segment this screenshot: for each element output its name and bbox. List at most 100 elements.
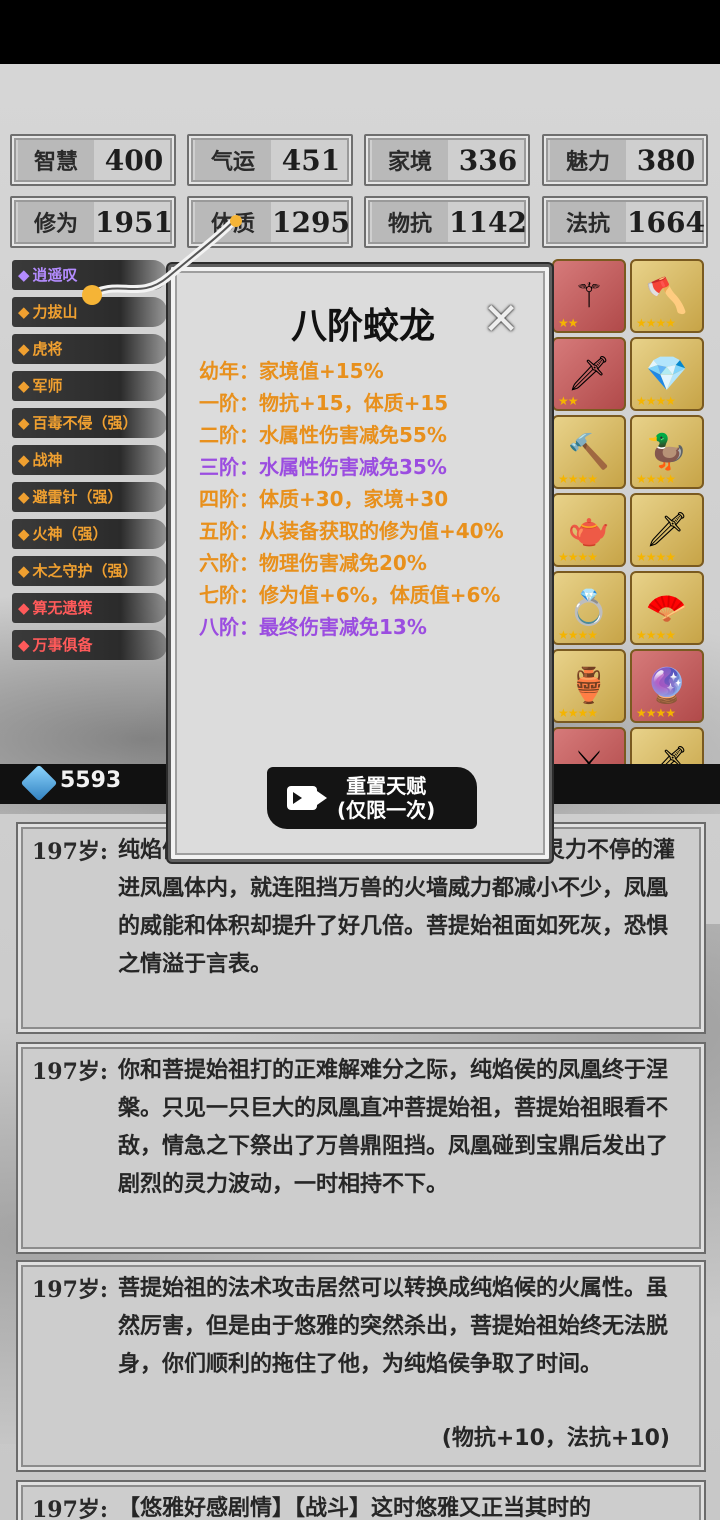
item-glyph: 🪓 — [645, 276, 689, 316]
item-stars: ★★★★ — [636, 628, 676, 642]
talent-label: 百毒不侵（强） — [32, 414, 138, 432]
item-glyph: 🦆 — [645, 432, 689, 472]
stat-value: 336 — [458, 143, 518, 177]
talent-item[interactable]: ◆ 军师 — [12, 371, 167, 401]
tier-line: 八阶：最终伤害减免13% — [199, 615, 427, 639]
tier-line: 幼年：家境值+15% — [199, 359, 384, 383]
stat-label: 魅力 — [550, 140, 626, 180]
stat-value: 1664 — [627, 205, 705, 239]
log-bonus: (物抗+10，法抗+10) — [441, 1426, 670, 1451]
talent-label: 虎将 — [32, 340, 63, 358]
crystal-icon[interactable]: 💎 ★★★★ — [630, 337, 704, 411]
log-entry: 197岁: 【悠雅好感剧情】【战斗】这时悠雅又正当其时的 — [16, 1480, 706, 1520]
stat-value: 1142 — [449, 205, 527, 239]
item-stars: ★★★★ — [636, 394, 676, 408]
stat-label: 家境 — [372, 140, 448, 180]
talent-label: 避雷针（强） — [32, 488, 123, 506]
log-age: 197岁: — [32, 839, 109, 865]
mirror-icon[interactable]: 🔮 ★★★★ — [630, 649, 704, 723]
tier-line: 七阶：修为值+6%，体质值+6% — [199, 583, 501, 607]
video-camera-icon — [287, 786, 327, 810]
item-glyph: 🔨 — [567, 432, 611, 472]
ring-icon[interactable]: 💍 ★★★★ — [552, 571, 626, 645]
stat-charm: 魅力 380 — [542, 134, 708, 186]
stat-value: 451 — [281, 143, 341, 177]
log-entry: 197岁: 菩提始祖的法术攻击居然可以转换成纯焰候的火属性。虽然厉害，但是由于悠… — [16, 1260, 706, 1472]
stat-value: 1295 — [272, 205, 350, 239]
tier-line: 六阶：物理伤害减免20% — [199, 551, 427, 575]
item-glyph: 🪭 — [645, 588, 689, 628]
talent-label: 算无遗策 — [32, 599, 93, 617]
item-glyph: 🫖 — [567, 510, 611, 550]
staff-icon[interactable]: ⚚ ★★ — [552, 259, 626, 333]
reset-label: 重置天赋 (仅限一次) — [337, 774, 435, 822]
item-glyph: 🔮 — [645, 666, 689, 706]
stat-family: 家境 336 — [364, 134, 530, 186]
talent-item[interactable]: ◆ 木之守护（强） — [12, 556, 167, 586]
stat-label: 法抗 — [550, 202, 626, 242]
tier-line: 二阶：水属性伤害减免55% — [199, 423, 447, 447]
item-glyph: 💍 — [567, 588, 611, 628]
teapot-icon[interactable]: 🫖 ★★★★ — [552, 493, 626, 567]
item-stars: ★★★★ — [558, 628, 598, 642]
item-glyph: ⚚ — [573, 276, 605, 316]
cauldron-icon[interactable]: 🏺 ★★★★ — [552, 649, 626, 723]
item-stars: ★★★★ — [558, 706, 598, 720]
dagger-icon[interactable]: 🗡 ★★★★ — [630, 493, 704, 567]
log-text: 菩提始祖的法术攻击居然可以转换成纯焰候的火属性。虽然厉害，但是由于悠雅的突然杀出… — [118, 1276, 669, 1377]
log-age: 197岁: — [32, 1497, 109, 1520]
talent-label: 战神 — [32, 451, 63, 469]
stat-physical-resist: 物抗 1142 — [364, 196, 530, 248]
reset-label-line1: 重置天赋 — [346, 774, 427, 798]
talent-item[interactable]: ◆ 万事俱备 — [12, 630, 167, 660]
log-age: 197岁: — [32, 1059, 109, 1085]
talent-item[interactable]: ◆ 战神 — [12, 445, 167, 475]
tier-list: 幼年：家境值+15% 一阶：物抗+15，体质+15 二阶：水属性伤害减免55% … — [199, 355, 539, 643]
stat-luck: 气运 451 — [187, 134, 353, 186]
tier-line: 三阶：水属性伤害减免35% — [199, 455, 447, 479]
talent-item[interactable]: ◆ 避雷针（强） — [12, 482, 167, 512]
tier-line: 一阶：物抗+15，体质+15 — [199, 391, 449, 415]
reset-label-line2: (仅限一次) — [337, 798, 436, 822]
stat-value: 380 — [636, 143, 696, 177]
talent-label: 力拔山 — [32, 303, 78, 321]
talent-item[interactable]: ◆ 算无遗策 — [12, 593, 167, 623]
reset-talent-button[interactable]: 重置天赋 (仅限一次) — [267, 767, 477, 829]
talent-label: 木之守护（强） — [32, 562, 138, 580]
item-stars: ★★★★ — [636, 550, 676, 564]
log-entry: 197岁: 你和菩提始祖打的正难解难分之际，纯焰侯的凤凰终于涅槃。只见一只巨大的… — [16, 1042, 706, 1254]
talent-label: 逍遥叹 — [32, 266, 78, 284]
cleaver-icon[interactable]: 🗡 ★★ — [552, 337, 626, 411]
item-glyph: 🏺 — [567, 666, 611, 706]
gem-count: 5593 — [60, 768, 122, 793]
stat-value: 400 — [104, 143, 164, 177]
item-stars: ★★★★ — [558, 550, 598, 564]
duck-icon[interactable]: 🦆 ★★★★ — [630, 415, 704, 489]
tier-line: 五阶：从装备获取的修为值+40% — [199, 519, 504, 543]
stat-label: 智慧 — [18, 140, 94, 180]
talent-label: 万事俱备 — [32, 636, 93, 654]
tier-line: 四阶：体质+30，家境+30 — [199, 487, 449, 511]
item-stars: ★★ — [558, 394, 578, 408]
talent-detail-modal: 八阶蛟龙 ✕ 幼年：家境值+15% 一阶：物抗+15，体质+15 二阶：水属性伤… — [168, 264, 552, 862]
stat-label: 物抗 — [372, 202, 448, 242]
stat-wisdom: 智慧 400 — [10, 134, 176, 186]
item-stars: ★★★★ — [636, 706, 676, 720]
item-glyph: 🗡 — [645, 510, 689, 550]
item-stars: ★★ — [558, 316, 578, 330]
item-stars: ★★★★ — [636, 316, 676, 330]
game-screen: 智慧400 气运451 家境336 魅力380 修为1951 体质1295 物抗… — [0, 64, 720, 1520]
axe-icon[interactable]: 🪓 ★★★★ — [630, 259, 704, 333]
talent-item[interactable]: ◆ 火神（强） — [12, 519, 167, 549]
log-age: 197岁: — [32, 1277, 109, 1303]
stat-magic-resist: 法抗 1664 — [542, 196, 708, 248]
hammer-icon[interactable]: 🔨 ★★★★ — [552, 415, 626, 489]
talent-label: 火神（强） — [32, 525, 108, 543]
item-stars: ★★★★ — [636, 472, 676, 486]
fan-icon[interactable]: 🪭 ★★★★ — [630, 571, 704, 645]
talent-item[interactable]: ◆ 虎将 — [12, 334, 167, 364]
talent-label: 军师 — [32, 377, 63, 395]
close-icon[interactable]: ✕ — [479, 294, 523, 345]
talent-item[interactable]: ◆ 百毒不侵（强） — [12, 408, 167, 438]
item-stars: ★★★★ — [558, 472, 598, 486]
